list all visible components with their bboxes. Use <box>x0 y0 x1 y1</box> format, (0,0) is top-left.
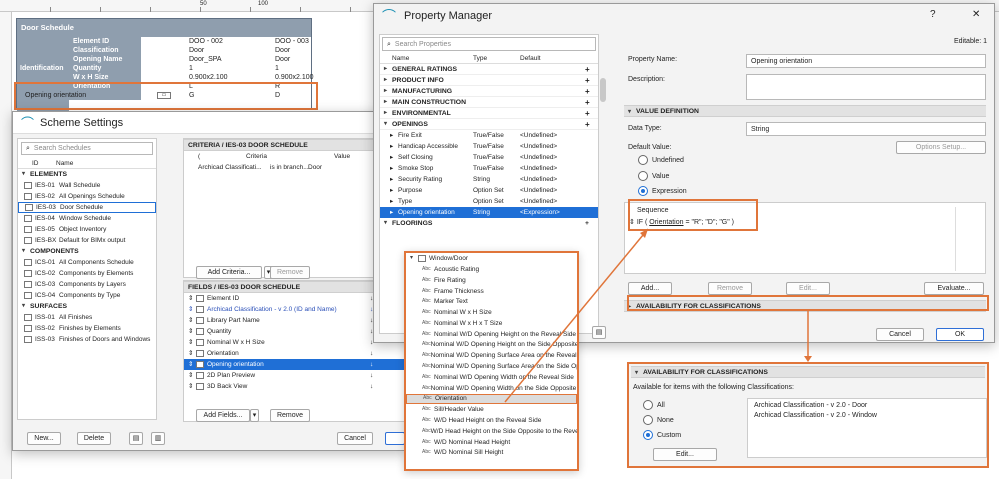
classification-list: Archicad Classification - v 2.0 - Door A… <box>747 398 987 458</box>
availability-panel: ▾ AVAILABILITY FOR CLASSIFICATIONS Availa… <box>627 362 989 468</box>
radio-all[interactable]: All <box>643 400 665 410</box>
availability-desc: Available for items with the following C… <box>633 384 794 391</box>
radio-none[interactable]: None <box>643 415 674 425</box>
radio-custom[interactable]: Custom <box>643 430 681 440</box>
availability-panel-title[interactable]: ▾ AVAILABILITY FOR CLASSIFICATIONS <box>631 366 985 378</box>
classification-door: Archicad Classification - v 2.0 - Door <box>754 402 868 409</box>
classification-edit-button[interactable]: Edit... <box>653 448 717 461</box>
classification-window: Archicad Classification - v 2.0 - Window <box>754 412 877 419</box>
